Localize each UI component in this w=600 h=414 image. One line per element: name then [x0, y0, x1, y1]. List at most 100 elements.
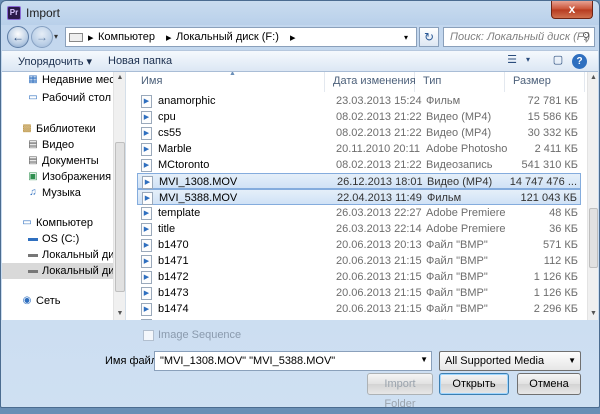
file-icon: ▶: [141, 127, 152, 140]
file-row[interactable]: ▶ title 26.03.2013 22:14 Adobe Premiere T..…: [137, 221, 581, 237]
navigation-bar: ← → ▾ ▸ Компьютер ▸ Локальный диск (F:) …: [5, 25, 595, 49]
file-row[interactable]: ▶ cs55 08.02.2013 21:22 Видео (MP4) 30 332 К…: [137, 125, 581, 141]
breadcrumb-computer[interactable]: Компьютер: [98, 31, 155, 43]
search-icon: ⚲: [581, 31, 590, 43]
address-bar[interactable]: ▸ Компьютер ▸ Локальный диск (F:) ▸ ▾: [65, 27, 417, 47]
sidebar-item-video[interactable]: ▤ Видео: [2, 137, 120, 153]
file-icon: ▶: [141, 287, 152, 300]
file-row[interactable]: ▶ b1472 20.06.2013 21:15 Файл "BMP" 1 126 КБ: [137, 269, 581, 285]
file-icon: ▶: [141, 143, 152, 156]
file-name: b1471: [158, 255, 189, 267]
file-size: 1 126 КБ: [533, 287, 578, 299]
file-date: 26.12.2013 18:01: [337, 176, 423, 188]
sidebar-item-desktop[interactable]: ▭ Рабочий стол: [2, 90, 120, 106]
new-folder-button[interactable]: Новая папка: [108, 55, 172, 67]
file-row[interactable]: ▶ anamorphic 23.03.2013 15:24 Фильм 72 781 К…: [137, 93, 581, 109]
file-date: 20.06.2013 21:15: [336, 287, 422, 299]
help-icon[interactable]: ?: [572, 54, 587, 69]
checkbox-box[interactable]: [143, 329, 154, 341]
search-input[interactable]: Поиск: Локальный диск (F:) ⚲: [443, 27, 595, 47]
premiere-app-icon: Pr: [7, 6, 21, 20]
file-icon: ▶: [141, 239, 152, 252]
sidebar-item-local-disk[interactable]: ▬ Локальный диск: [2, 247, 125, 263]
scrollbar-thumb[interactable]: [589, 208, 598, 268]
file-row[interactable]: ▶ MVI_1308.MOV 26.12.2013 18:01 Видео (MP4)…: [137, 173, 581, 189]
title-bar[interactable]: Pr Import x: [1, 1, 599, 25]
file-row[interactable]: ▶ MVI_5388.MOV 22.04.2013 11:49 Фильм 121 04…: [137, 189, 581, 205]
sidebar-item-local-disk-f[interactable]: ▬ Локальный диск: [2, 263, 125, 279]
file-name: b1473: [158, 287, 189, 299]
file-size: 36 КБ: [549, 223, 578, 235]
scrollbar-thumb[interactable]: [115, 142, 125, 292]
breadcrumb-local-disk-f[interactable]: Локальный диск (F:): [176, 31, 279, 43]
file-row[interactable]: ▶ cpu 08.02.2013 21:22 Видео (MP4) 15 586 КБ: [137, 109, 581, 125]
open-button[interactable]: Открыть: [439, 373, 509, 395]
forward-button[interactable]: →: [31, 26, 53, 48]
breadcrumb-separator[interactable]: ▸: [166, 31, 172, 44]
drive-icon: ▬: [28, 233, 38, 244]
file-name: anamorphic: [158, 95, 216, 107]
chevron-down-icon: ▼: [568, 356, 576, 365]
file-icon: ▶: [141, 223, 152, 236]
filename-input[interactable]: "MVI_1308.MOV" "MVI_5388.MOV" ▼: [154, 351, 432, 371]
organize-button[interactable]: Упорядочить ▾: [18, 55, 92, 68]
column-header-type[interactable]: Тип: [415, 72, 505, 92]
documents-icon: ▤: [28, 155, 38, 166]
navigation-scrollbar[interactable]: ▲ ▼: [113, 72, 125, 320]
filename-value: "MVI_1308.MOV" "MVI_5388.MOV": [160, 355, 336, 367]
column-header-size[interactable]: Размер: [505, 72, 585, 92]
back-button[interactable]: ←: [7, 26, 29, 48]
file-type-filter[interactable]: All Supported Media ▼: [439, 351, 581, 371]
recent-locations-dropdown[interactable]: ▾: [54, 32, 58, 41]
sidebar-item-computer[interactable]: ▭ Компьютер: [2, 215, 120, 231]
scroll-down-icon[interactable]: ▼: [114, 308, 125, 320]
file-icon: ▶: [141, 255, 152, 268]
sidebar-item-documents[interactable]: ▤ Документы: [2, 153, 120, 169]
breadcrumb-separator[interactable]: ▸: [290, 31, 296, 44]
file-row[interactable]: ▶ b1471 20.06.2013 21:15 Файл "BMP" 112 КБ: [137, 253, 581, 269]
image-sequence-checkbox[interactable]: Image Sequence: [143, 329, 241, 341]
file-row[interactable]: ▶ b1473 20.06.2013 21:15 Файл "BMP" 1 126 КБ: [137, 285, 581, 301]
drive-icon: ▬: [28, 265, 38, 276]
scroll-down-icon[interactable]: ▼: [588, 308, 598, 320]
image-sequence-label: Image Sequence: [158, 329, 242, 341]
file-row[interactable]: ▶ b1470 20.06.2013 20:13 Файл "BMP" 571 КБ: [137, 237, 581, 253]
drive-icon: [69, 33, 83, 42]
file-row[interactable]: ▶ Marble 20.11.2010 20:11 Adobe Photoshop..…: [137, 141, 581, 157]
address-dropdown-icon[interactable]: ▾: [404, 33, 408, 42]
file-date: 20.06.2013 21:15: [336, 255, 422, 267]
file-date: 20.11.2010 20:11: [336, 143, 421, 155]
view-dropdown-icon[interactable]: ▾: [518, 55, 538, 71]
sidebar-item-label: Сеть: [36, 295, 61, 307]
import-folder-button[interactable]: Import Folder: [367, 373, 433, 410]
sidebar-item-music[interactable]: ♫ Музыка: [2, 185, 120, 201]
sidebar-item-libraries[interactable]: ▩ Библиотеки: [2, 121, 120, 137]
drive-icon: ▬: [28, 249, 38, 260]
close-button[interactable]: x: [551, 1, 593, 19]
file-row[interactable]: ▶ MCtoronto 08.02.2013 21:22 Видеозапись 541…: [137, 157, 581, 173]
file-row[interactable]: ▶ b1475 20.06.2013 21:15 Файл "BMP"8 КБ: [137, 317, 581, 320]
libraries-icon: ▩: [22, 123, 32, 134]
scroll-up-icon[interactable]: ▲: [588, 72, 598, 84]
sidebar-item-pictures[interactable]: ▣ Изображения: [2, 169, 120, 185]
sidebar-item-recent-places[interactable]: ▦ Недавние места: [2, 72, 125, 88]
breadcrumb-separator[interactable]: ▸: [88, 31, 94, 44]
column-header-label: Имя: [141, 75, 163, 87]
file-list-scrollbar[interactable]: ▲ ▼: [587, 72, 598, 320]
refresh-button[interactable]: ↻: [419, 27, 439, 47]
scroll-up-icon[interactable]: ▲: [114, 72, 125, 84]
command-bar: Упорядочить ▾ Новая папка ☰ ▾ ▢ ?: [2, 50, 598, 72]
chevron-down-icon[interactable]: ▼: [420, 355, 428, 364]
preview-pane-icon[interactable]: ▢: [548, 53, 568, 69]
import-dialog: Pr Import x ← → ▾ ▸ Компьютер ▸ Локальны…: [0, 0, 600, 410]
sidebar-item-label: Рабочий стол: [42, 92, 112, 104]
file-date: 08.02.2013 21:22: [336, 127, 422, 139]
file-icon: ▶: [141, 95, 152, 108]
sidebar-item-os-c[interactable]: ▬ OS (C:): [2, 231, 120, 247]
file-row[interactable]: ▶ template 26.03.2013 22:27 Adobe Premiere …: [137, 205, 581, 221]
column-header-date[interactable]: Дата изменения: [325, 72, 416, 92]
sidebar-item-network[interactable]: ◉ Сеть: [2, 293, 120, 309]
cancel-button[interactable]: Отмена: [517, 373, 581, 395]
file-row[interactable]: ▶ b1474 20.06.2013 21:15 Файл "BMP" 2 296 КБ: [137, 301, 581, 317]
sidebar-item-label: Документы: [42, 155, 99, 167]
